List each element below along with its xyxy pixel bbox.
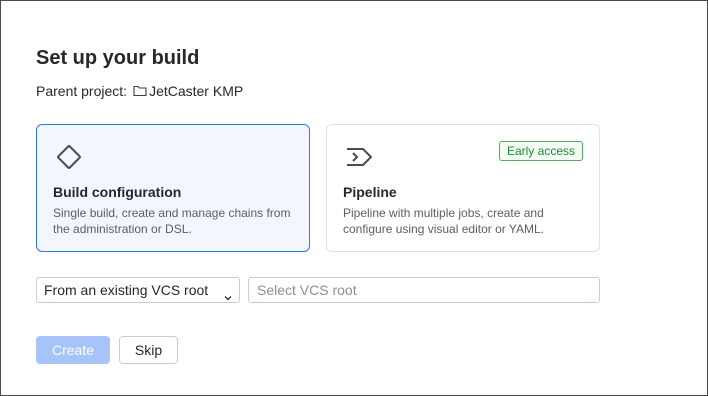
parent-project-name[interactable]: JetCaster KMP xyxy=(149,82,243,100)
vcs-source-select[interactable]: From an existing VCS root xyxy=(36,277,240,303)
pipeline-title: Pipeline xyxy=(343,184,397,200)
pipeline-option[interactable]: Early access Pipeline Pipeline with mult… xyxy=(326,124,600,252)
build-configuration-option[interactable]: Build configuration Single build, create… xyxy=(36,124,310,252)
diamond-icon xyxy=(54,142,84,172)
parent-project: Parent project: JetCaster KMP xyxy=(36,82,243,100)
pipeline-description: Pipeline with multiple jobs, create and … xyxy=(343,206,544,236)
parent-project-label: Parent project: xyxy=(36,83,128,99)
pipeline-icon xyxy=(344,142,374,172)
skip-button[interactable]: Skip xyxy=(119,336,178,364)
build-configuration-description: Single build, create and manage chains f… xyxy=(53,206,291,236)
vcs-root-input[interactable]: Select VCS root xyxy=(248,277,600,303)
early-access-badge: Early access xyxy=(498,141,583,161)
create-button[interactable]: Create xyxy=(36,336,110,364)
vcs-source-value: From an existing VCS root xyxy=(44,282,209,298)
build-configuration-title: Build configuration xyxy=(53,184,182,200)
dialog: Set up your build Parent project: JetCas… xyxy=(0,0,708,396)
chevron-down-icon xyxy=(223,286,233,301)
dialog-title: Set up your build xyxy=(36,47,200,69)
folder-icon xyxy=(133,85,147,97)
